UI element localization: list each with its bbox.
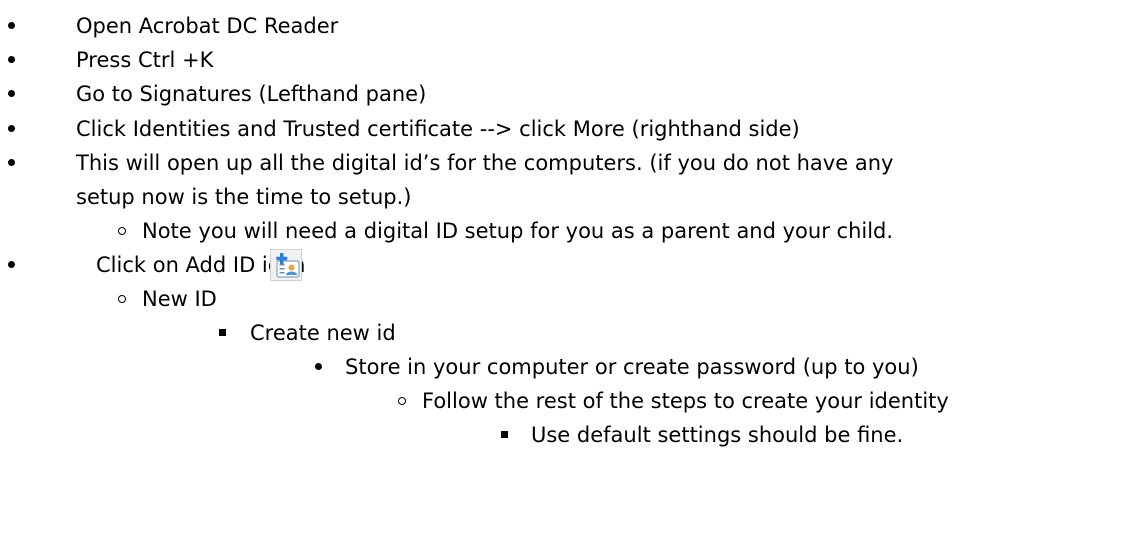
bullet-disc: [8, 261, 15, 268]
step-open-acrobat: Open Acrobat DC Reader: [76, 14, 339, 38]
step-open-digital-ids-line1: This will open up all the digital id’s f…: [76, 151, 894, 175]
bullet-disc: [315, 363, 322, 370]
note-digital-id-parent-child: Note you will need a digital ID setup fo…: [142, 219, 894, 243]
bullet-square: [219, 329, 226, 336]
step-go-to-signatures: Go to Signatures (Lefthand pane): [76, 82, 427, 106]
add-id-icon-graphic: [276, 253, 300, 278]
bullet-ring: [118, 295, 126, 303]
bullet-ring: [398, 397, 406, 405]
step-click-identities: Click Identities and Trusted certificate…: [76, 117, 800, 141]
bullet-disc: [8, 125, 15, 132]
bullet-disc: [8, 159, 15, 166]
sub-step-default-settings: Use default settings should be fine.: [531, 423, 904, 447]
sub-step-create-new-id: Create new id: [250, 321, 396, 345]
bullet-ring: [118, 227, 126, 235]
bullet-disc: [8, 22, 15, 29]
sub-step-store-or-password: Store in your computer or create passwor…: [345, 355, 919, 379]
add-id-icon: [270, 249, 302, 281]
sub-step-follow-rest: Follow the rest of the steps to create y…: [422, 389, 949, 413]
bullet-square: [501, 431, 508, 438]
step-open-digital-ids-line2: setup now is the time to setup.): [76, 185, 412, 209]
step-press-ctrl-k: Press Ctrl +K: [76, 48, 214, 72]
bullet-disc: [8, 90, 15, 97]
bullet-disc: [8, 56, 15, 63]
sub-step-new-id: New ID: [142, 287, 217, 311]
document-page: Open Acrobat DC Reader Press Ctrl +K Go …: [0, 0, 1133, 560]
